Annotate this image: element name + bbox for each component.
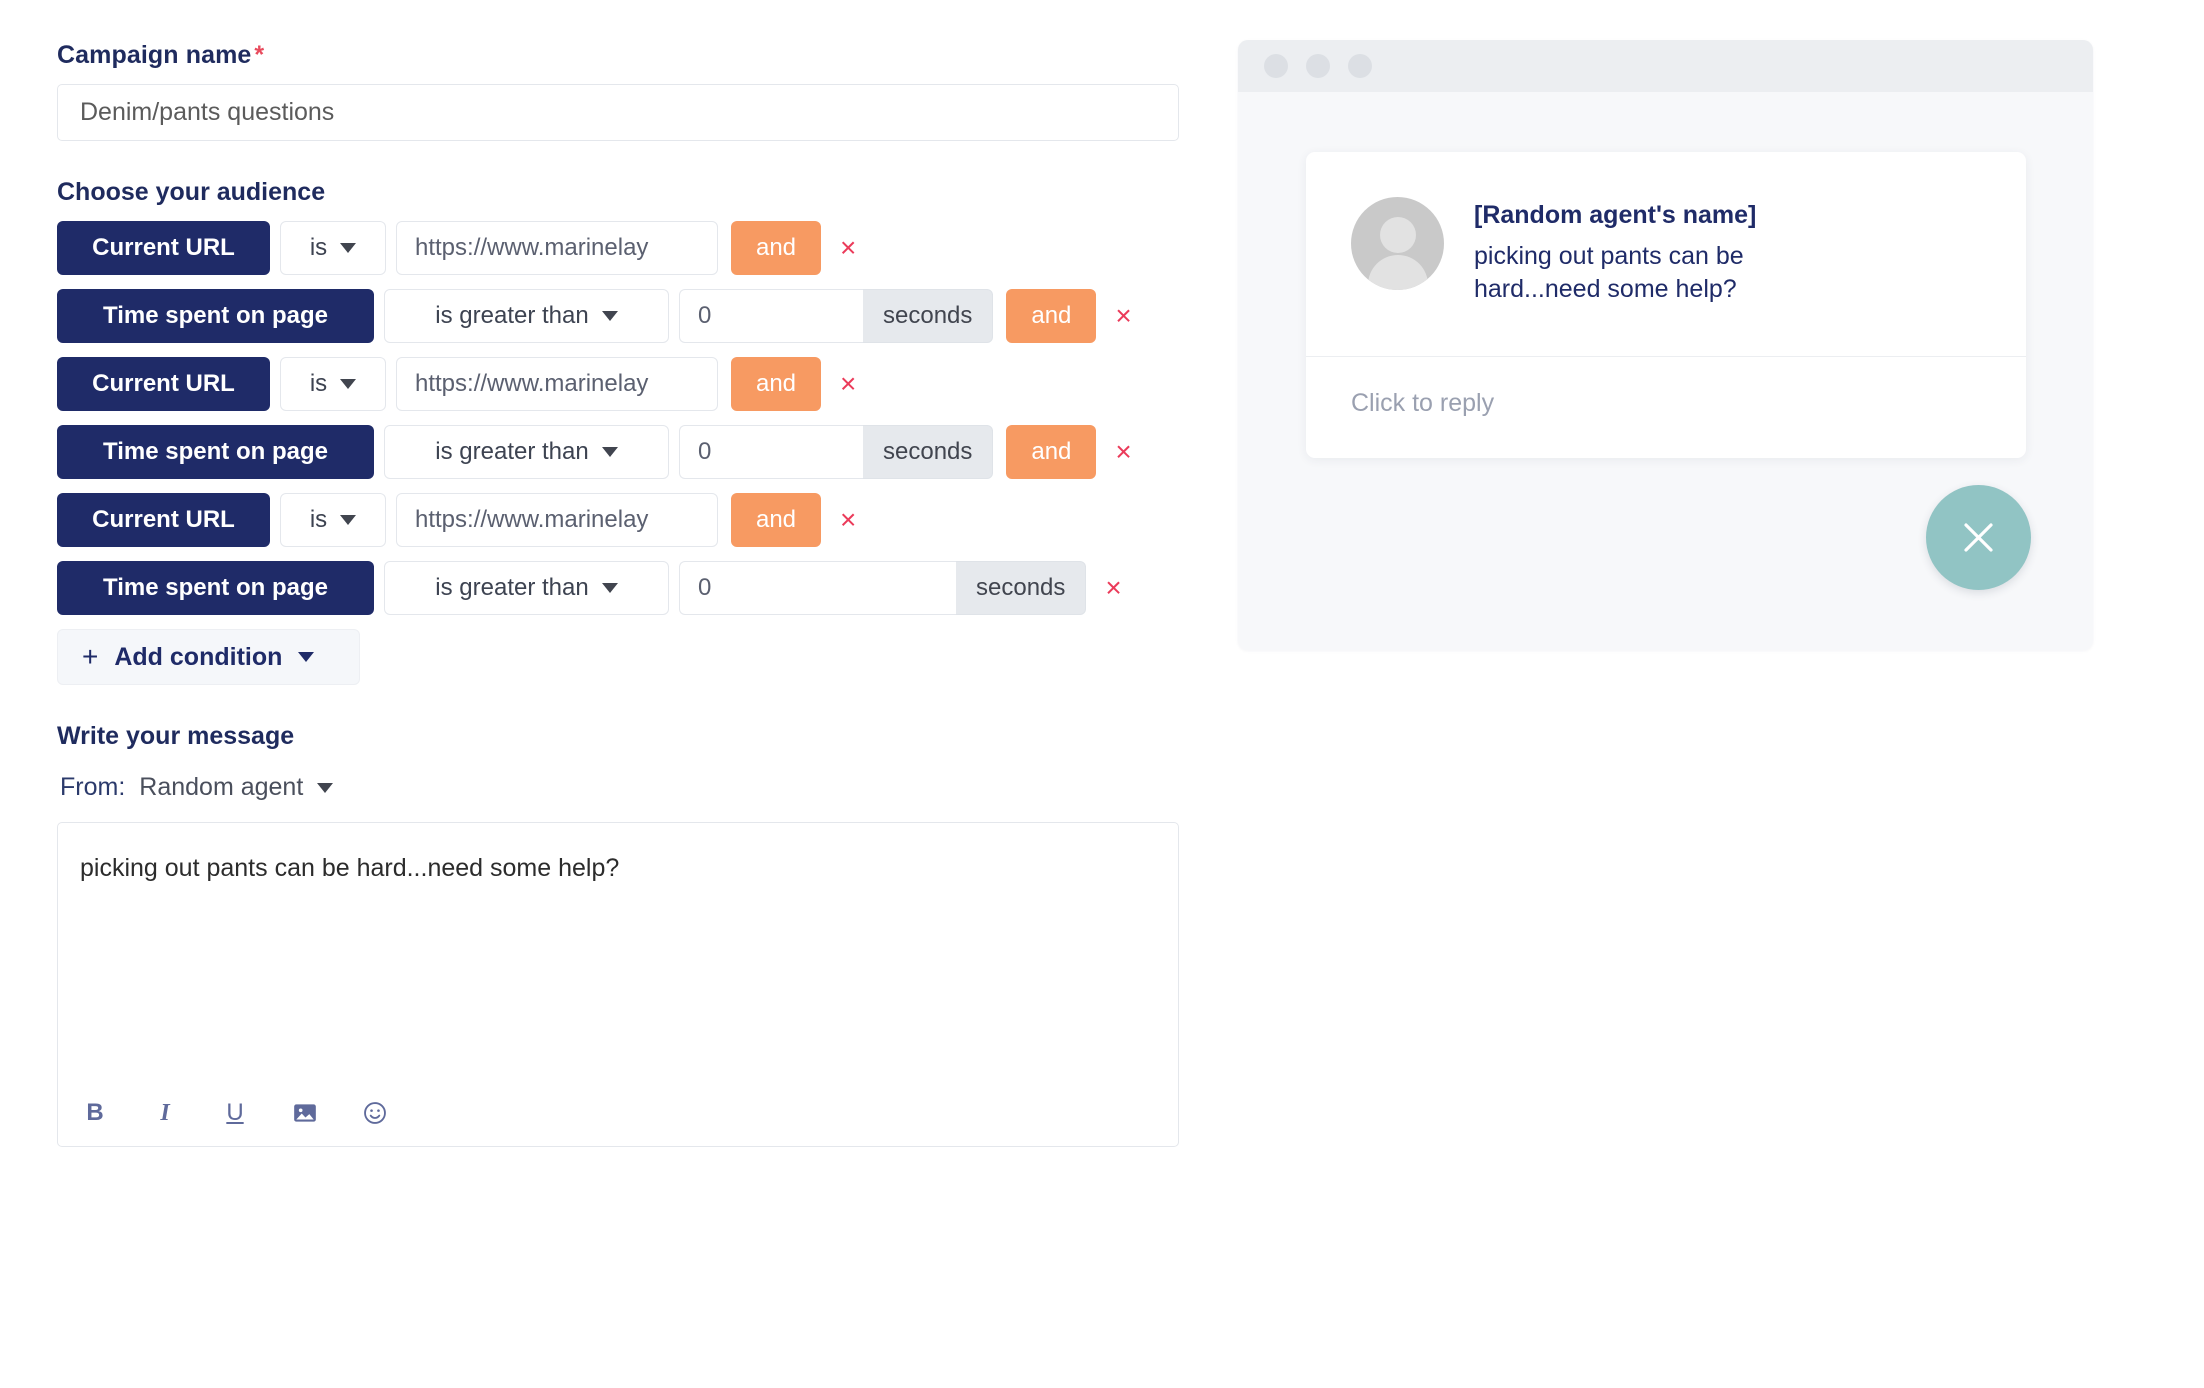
- add-condition-label: Add condition: [114, 643, 282, 672]
- chevron-down-icon: [317, 783, 333, 793]
- condition-unit-label: seconds: [956, 561, 1086, 615]
- chevron-down-icon: [602, 447, 618, 457]
- plus-icon: +: [82, 641, 98, 673]
- condition-row: Current URL is and ×: [57, 357, 1182, 411]
- condition-operator-select[interactable]: is greater than: [384, 425, 669, 479]
- chat-preview-panel: [Random agent's name] picking out pants …: [1238, 40, 2093, 650]
- campaign-name-label-text: Campaign name: [57, 41, 251, 69]
- chevron-down-icon: [602, 583, 618, 593]
- from-select[interactable]: Random agent: [139, 773, 333, 802]
- condition-operator-label: is: [310, 506, 327, 534]
- condition-connector-button[interactable]: and: [1006, 289, 1096, 343]
- chat-agent-message: picking out pants can be hard...need som…: [1474, 240, 1844, 306]
- required-asterisk: *: [254, 41, 264, 69]
- remove-condition-icon[interactable]: ×: [840, 370, 856, 398]
- campaign-editor-page: Campaign name* Choose your audience Curr…: [0, 0, 2204, 1388]
- chat-message-card: [Random agent's name] picking out pants …: [1306, 152, 2026, 458]
- condition-operator-label: is greater than: [435, 574, 588, 602]
- condition-row: Time spent on page is greater than secon…: [57, 561, 1182, 615]
- condition-type-button[interactable]: Time spent on page: [57, 289, 374, 343]
- message-editor[interactable]: picking out pants can be hard...need som…: [57, 822, 1179, 1147]
- condition-value-input[interactable]: [679, 425, 863, 479]
- condition-value-input[interactable]: [679, 289, 863, 343]
- condition-operator-label: is greater than: [435, 302, 588, 330]
- chevron-down-icon: [340, 243, 356, 253]
- write-message-title: Write your message: [57, 721, 1182, 751]
- remove-condition-icon[interactable]: ×: [1105, 574, 1121, 602]
- remove-condition-icon[interactable]: ×: [1115, 438, 1131, 466]
- chevron-down-icon: [340, 379, 356, 389]
- condition-value-input[interactable]: [396, 493, 718, 547]
- condition-type-button[interactable]: Time spent on page: [57, 425, 374, 479]
- from-select-value: Random agent: [139, 773, 303, 802]
- chevron-down-icon: [602, 311, 618, 321]
- chat-reply-input[interactable]: Click to reply: [1306, 357, 2026, 458]
- condition-row: Time spent on page is greater than secon…: [57, 425, 1182, 479]
- condition-operator-label: is: [310, 234, 327, 262]
- condition-connector-button[interactable]: and: [731, 357, 821, 411]
- window-dot-maximize-icon: [1348, 54, 1372, 78]
- condition-connector-button[interactable]: and: [1006, 425, 1096, 479]
- condition-type-button[interactable]: Current URL: [57, 221, 270, 275]
- chat-text-block: [Random agent's name] picking out pants …: [1474, 197, 1844, 306]
- window-dot-minimize-icon: [1306, 54, 1330, 78]
- condition-value-input[interactable]: [396, 221, 718, 275]
- condition-row: Current URL is and ×: [57, 221, 1182, 275]
- condition-value-input[interactable]: [396, 357, 718, 411]
- condition-operator-select[interactable]: is: [280, 221, 386, 275]
- chevron-down-icon: [298, 652, 314, 662]
- campaign-name-label: Campaign name*: [57, 40, 1182, 70]
- condition-operator-select[interactable]: is: [280, 493, 386, 547]
- condition-unit-label: seconds: [863, 425, 993, 479]
- condition-operator-select[interactable]: is greater than: [384, 289, 669, 343]
- italic-icon[interactable]: I: [150, 1098, 180, 1128]
- chevron-down-icon: [340, 515, 356, 525]
- condition-operator-select[interactable]: is: [280, 357, 386, 411]
- condition-type-button[interactable]: Time spent on page: [57, 561, 374, 615]
- from-label: From:: [60, 773, 125, 802]
- bold-icon[interactable]: B: [80, 1098, 110, 1128]
- condition-row: Current URL is and ×: [57, 493, 1182, 547]
- condition-operator-label: is greater than: [435, 438, 588, 466]
- preview-window-titlebar: [1238, 40, 2093, 92]
- remove-condition-icon[interactable]: ×: [1115, 302, 1131, 330]
- condition-type-button[interactable]: Current URL: [57, 493, 270, 547]
- remove-condition-icon[interactable]: ×: [840, 506, 856, 534]
- condition-operator-label: is: [310, 370, 327, 398]
- emoji-icon[interactable]: [360, 1098, 390, 1128]
- choose-audience-title: Choose your audience: [57, 177, 1182, 207]
- chat-agent-name: [Random agent's name]: [1474, 199, 1844, 232]
- image-icon[interactable]: [290, 1098, 320, 1128]
- condition-value-input[interactable]: [679, 561, 956, 615]
- condition-unit-label: seconds: [863, 289, 993, 343]
- chat-message: [Random agent's name] picking out pants …: [1306, 152, 2026, 356]
- remove-condition-icon[interactable]: ×: [840, 234, 856, 262]
- campaign-form: Campaign name* Choose your audience Curr…: [57, 40, 1182, 1147]
- from-row: From: Random agent: [60, 773, 1182, 802]
- condition-connector-button[interactable]: and: [731, 493, 821, 547]
- message-editor-toolbar: B I U: [80, 1098, 390, 1128]
- condition-operator-select[interactable]: is greater than: [384, 561, 669, 615]
- add-condition-button[interactable]: + Add condition: [57, 629, 360, 685]
- close-chat-button[interactable]: [1926, 485, 2031, 590]
- campaign-name-input[interactable]: [57, 84, 1179, 141]
- window-dot-close-icon: [1264, 54, 1288, 78]
- condition-type-button[interactable]: Current URL: [57, 357, 270, 411]
- underline-icon[interactable]: U: [220, 1098, 250, 1128]
- close-icon: [1926, 485, 2031, 590]
- message-editor-text[interactable]: picking out pants can be hard...need som…: [58, 823, 1178, 914]
- condition-row: Time spent on page is greater than secon…: [57, 289, 1182, 343]
- avatar: [1351, 197, 1444, 290]
- condition-connector-button[interactable]: and: [731, 221, 821, 275]
